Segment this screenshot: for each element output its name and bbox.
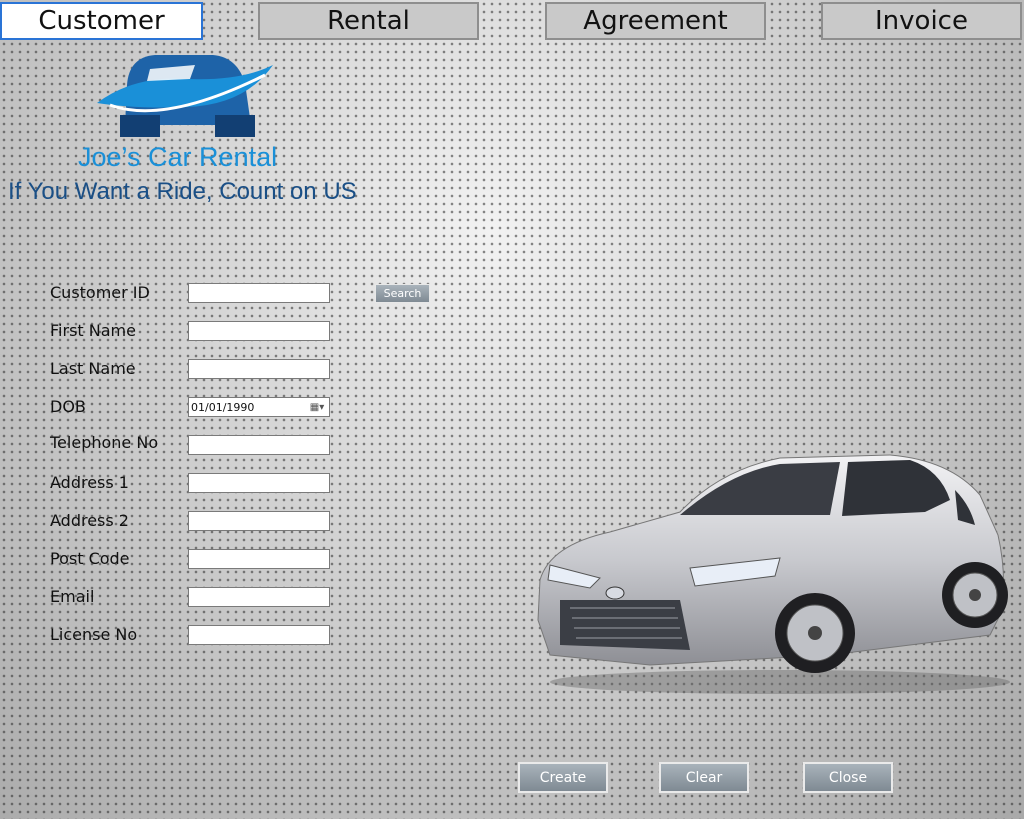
customer-id-input[interactable] — [188, 283, 330, 303]
dob-value: 01/01/1990 — [191, 400, 255, 414]
label-last-name: Last Name — [50, 359, 136, 378]
post-code-input[interactable] — [188, 549, 330, 569]
telephone-input[interactable] — [188, 435, 330, 455]
label-email: Email — [50, 587, 95, 606]
address-1-input[interactable] — [188, 473, 330, 493]
brand-tagline: If You Want a Ride, Count on US — [8, 178, 357, 205]
tab-customer[interactable]: Customer — [0, 2, 203, 40]
dob-date-picker[interactable]: 01/01/1990 ▦▾ — [188, 397, 330, 417]
close-button[interactable]: Close — [803, 762, 893, 793]
last-name-input[interactable] — [188, 359, 330, 379]
label-first-name: First Name — [50, 321, 136, 340]
tab-invoice[interactable]: Invoice — [821, 2, 1022, 40]
first-name-input[interactable] — [188, 321, 330, 341]
create-button[interactable]: Create — [518, 762, 608, 793]
label-license-no: License No — [50, 625, 138, 644]
label-address-1: Address 1 — [50, 473, 129, 492]
email-input[interactable] — [188, 587, 330, 607]
tab-rental[interactable]: Rental — [258, 2, 479, 40]
license-no-input[interactable] — [188, 625, 330, 645]
car-logo-icon — [97, 55, 273, 137]
label-telephone: Telephone No — [50, 433, 159, 452]
address-2-input[interactable] — [188, 511, 330, 531]
search-button[interactable]: Search — [375, 284, 430, 303]
label-dob: DOB — [50, 397, 86, 416]
calendar-icon[interactable]: ▦▾ — [305, 402, 329, 413]
brand-name: Joe’s Car Rental — [78, 142, 278, 172]
clear-button[interactable]: Clear — [659, 762, 749, 793]
car-image — [537, 454, 1010, 694]
label-address-2: Address 2 — [50, 511, 129, 530]
tab-agreement[interactable]: Agreement — [545, 2, 766, 40]
label-customer-id: Customer ID — [50, 283, 150, 302]
label-post-code: Post Code — [50, 549, 130, 568]
